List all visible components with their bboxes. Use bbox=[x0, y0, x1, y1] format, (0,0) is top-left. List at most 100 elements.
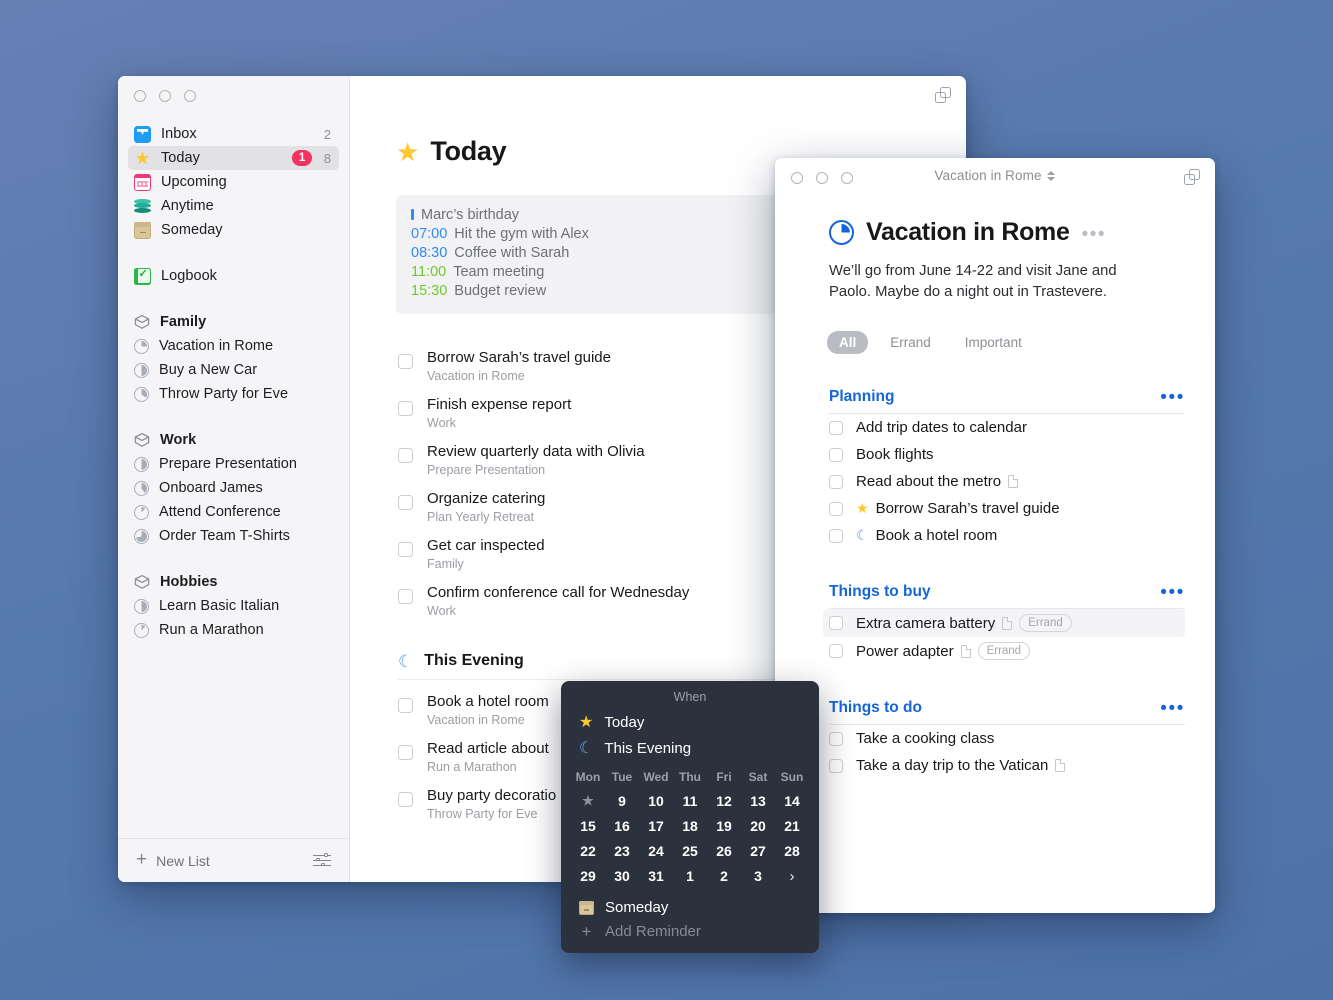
task-checkbox[interactable] bbox=[829, 731, 843, 746]
calendar-day-cell[interactable]: 10 bbox=[639, 790, 673, 812]
sidebar-area-hobbies[interactable]: Hobbies bbox=[128, 570, 339, 594]
task-checkbox[interactable] bbox=[398, 495, 413, 510]
calendar-day-cell[interactable]: 17 bbox=[639, 815, 673, 837]
section-more-button[interactable]: ••• bbox=[1160, 699, 1185, 718]
calendar-day-cell[interactable]: 24 bbox=[639, 840, 673, 862]
task-checkbox[interactable] bbox=[829, 644, 843, 658]
calendar-day-cell[interactable]: 23 bbox=[605, 840, 639, 862]
task-row[interactable]: Book flights bbox=[823, 441, 1185, 468]
calendar-day-cell[interactable]: 19 bbox=[707, 815, 741, 837]
calendar-grid: Mon Tue Wed Thu Fri Sat Sun ★ 9 10 11 12 13 14 15 16 17 1… bbox=[571, 770, 809, 888]
calendar-day-cell[interactable]: 28 bbox=[775, 840, 809, 862]
calendar-day-cell[interactable]: ★ bbox=[571, 790, 605, 812]
sidebar-item-logbook[interactable]: Logbook bbox=[128, 264, 339, 288]
zoom-button[interactable] bbox=[184, 90, 196, 102]
task-row[interactable]: Power adapter Errand bbox=[823, 637, 1185, 665]
calendar-day-cell[interactable]: 27 bbox=[741, 840, 775, 862]
calendar-day-cell[interactable]: 22 bbox=[571, 840, 605, 862]
sidebar-project-item[interactable]: Onboard James bbox=[128, 476, 339, 500]
calendar-day-cell[interactable]: 3 bbox=[741, 865, 775, 888]
add-reminder-button[interactable]: + Add Reminder bbox=[561, 919, 819, 941]
sidebar-area-work[interactable]: Work bbox=[128, 428, 339, 452]
sidebar-project-item[interactable]: Learn Basic Italian bbox=[128, 594, 339, 618]
task-checkbox[interactable] bbox=[398, 698, 413, 713]
task-row[interactable]: ★ Borrow Sarah’s travel guide bbox=[823, 495, 1185, 522]
task-checkbox[interactable] bbox=[398, 745, 413, 760]
task-checkbox[interactable] bbox=[398, 354, 413, 369]
calendar-day-cell[interactable]: 14 bbox=[775, 790, 809, 812]
task-row[interactable]: Take a day trip to the Vatican bbox=[823, 752, 1185, 779]
task-row[interactable]: Read about the metro bbox=[823, 468, 1185, 495]
task-checkbox[interactable] bbox=[398, 542, 413, 557]
filter-chip-errand[interactable]: Errand bbox=[878, 331, 943, 354]
sliders-icon[interactable] bbox=[313, 852, 331, 868]
task-checkbox[interactable] bbox=[829, 447, 843, 462]
duplicate-icon[interactable] bbox=[935, 87, 952, 104]
sidebar-project-item[interactable]: Buy a New Car bbox=[128, 358, 339, 382]
section-more-button[interactable]: ••• bbox=[1160, 583, 1185, 602]
task-checkbox[interactable] bbox=[829, 420, 843, 435]
calendar-day-cell[interactable]: 16 bbox=[605, 815, 639, 837]
sidebar-project-item[interactable]: Run a Marathon bbox=[128, 618, 339, 642]
calendar-day-cell[interactable]: 2 bbox=[707, 865, 741, 888]
calendar-day-cell[interactable]: 26 bbox=[707, 840, 741, 862]
sidebar-item-inbox[interactable]: Inbox 2 bbox=[128, 122, 339, 146]
calendar-day-cell[interactable]: 18 bbox=[673, 815, 707, 837]
task-row[interactable]: Add trip dates to calendar bbox=[823, 414, 1185, 441]
sidebar-project-item[interactable]: Vacation in Rome bbox=[128, 334, 339, 358]
calendar-day-cell[interactable]: 11 bbox=[673, 790, 707, 812]
section-more-button[interactable]: ••• bbox=[1160, 388, 1185, 407]
window-controls[interactable] bbox=[134, 90, 196, 102]
task-row[interactable]: Take a cooking class bbox=[823, 725, 1185, 752]
task-checkbox[interactable] bbox=[398, 792, 413, 807]
calendar-day-cell[interactable]: 21 bbox=[775, 815, 809, 837]
filter-chip-important[interactable]: Important bbox=[953, 331, 1034, 354]
when-option-today[interactable]: ★ Today bbox=[561, 709, 819, 735]
calendar-day-cell[interactable]: 13 bbox=[741, 790, 775, 812]
sidebar-item-today[interactable]: ★ Today 1 8 bbox=[128, 146, 339, 170]
task-text: Borrow Sarah’s travel guide Vacation in R… bbox=[427, 347, 611, 384]
task-title: Read article about bbox=[427, 740, 549, 757]
project-note[interactable]: We’ll go from June 14-22 and visit Jane … bbox=[829, 261, 1161, 303]
sidebar-item-label: Inbox bbox=[161, 126, 197, 142]
task-checkbox[interactable] bbox=[829, 474, 843, 489]
calendar-next-month-button[interactable]: › bbox=[775, 865, 809, 888]
when-option-someday[interactable]: Someday bbox=[561, 896, 819, 919]
close-button[interactable] bbox=[134, 90, 146, 102]
when-option-this-evening[interactable]: ☾ This Evening bbox=[561, 735, 819, 761]
task-checkbox[interactable] bbox=[398, 401, 413, 416]
chevron-updown-icon[interactable] bbox=[1046, 169, 1056, 183]
filter-chip-all[interactable]: All bbox=[827, 331, 869, 354]
sidebar-project-item[interactable]: Throw Party for Eve bbox=[128, 382, 339, 406]
new-list-button[interactable]: New List bbox=[156, 853, 304, 869]
calendar-day-cell[interactable]: 29 bbox=[571, 865, 605, 888]
minimize-button[interactable] bbox=[159, 90, 171, 102]
project-more-button[interactable]: ••• bbox=[1082, 225, 1106, 244]
calendar-day-cell[interactable]: 25 bbox=[673, 840, 707, 862]
sidebar-item-upcoming[interactable]: Upcoming bbox=[128, 170, 339, 194]
calendar-day-cell[interactable]: 15 bbox=[571, 815, 605, 837]
task-row[interactable]: Extra camera battery Errand bbox=[823, 609, 1185, 637]
task-checkbox[interactable] bbox=[829, 616, 843, 630]
task-checkbox[interactable] bbox=[829, 528, 843, 543]
calendar-day-cell[interactable]: 31 bbox=[639, 865, 673, 888]
calendar-day-cell[interactable]: 1 bbox=[673, 865, 707, 888]
calendar-day-cell[interactable]: 30 bbox=[605, 865, 639, 888]
task-checkbox[interactable] bbox=[829, 501, 843, 516]
task-checkbox[interactable] bbox=[829, 758, 843, 773]
sidebar-item-someday[interactable]: Someday bbox=[128, 218, 339, 242]
sidebar-item-anytime[interactable]: Anytime bbox=[128, 194, 339, 218]
sidebar-area-label: Family bbox=[160, 314, 207, 330]
calendar-day-cell[interactable]: 9 bbox=[605, 790, 639, 812]
calendar-day-cell[interactable]: 20 bbox=[741, 815, 775, 837]
sidebar-project-item[interactable]: Prepare Presentation bbox=[128, 452, 339, 476]
calendar-day-cell[interactable]: 12 bbox=[707, 790, 741, 812]
project-progress-icon bbox=[134, 504, 149, 520]
task-checkbox[interactable] bbox=[398, 448, 413, 463]
task-checkbox[interactable] bbox=[398, 589, 413, 604]
duplicate-icon[interactable] bbox=[1184, 169, 1201, 186]
sidebar-area-family[interactable]: Family bbox=[128, 310, 339, 334]
sidebar-project-item[interactable]: Attend Conference bbox=[128, 500, 339, 524]
sidebar-project-item[interactable]: Order Team T-Shirts bbox=[128, 524, 339, 548]
task-row[interactable]: ☾ Book a hotel room bbox=[823, 522, 1185, 549]
